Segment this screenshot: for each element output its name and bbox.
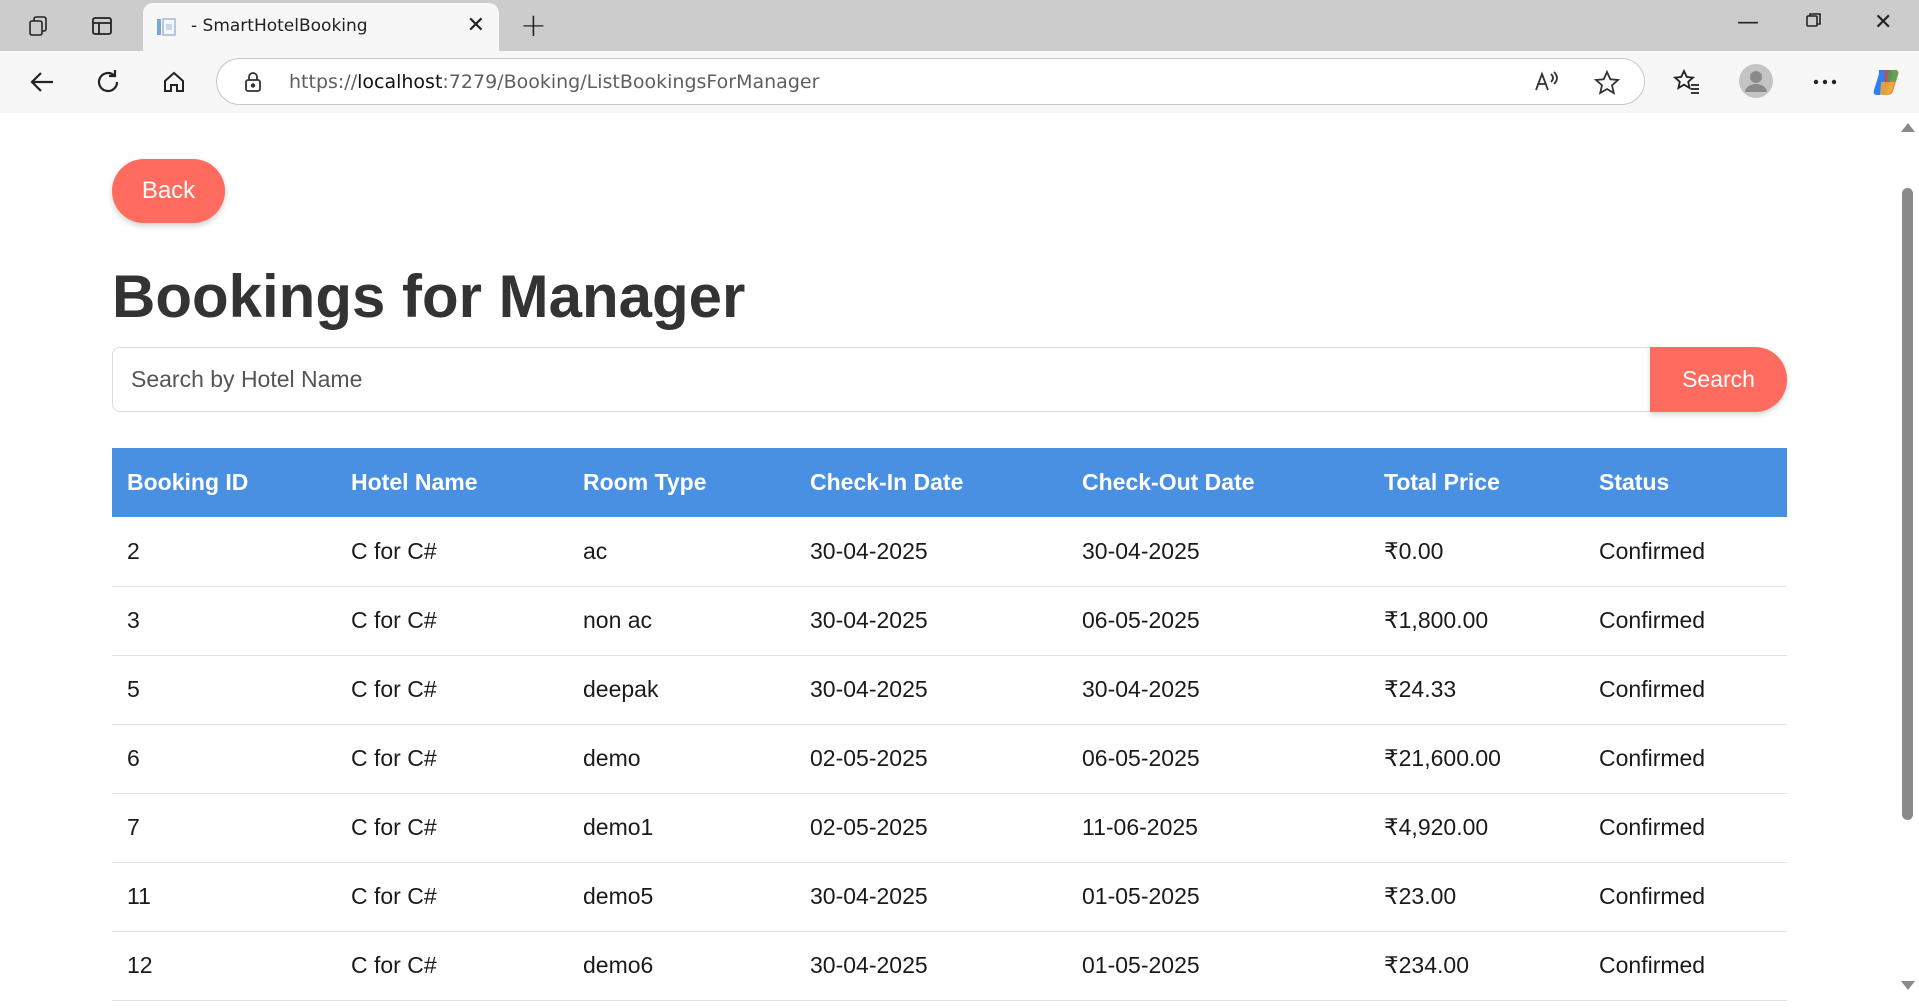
table-row: 2 C for C# ac 30-04-2025 30-04-2025 ₹0.0… bbox=[112, 517, 1787, 587]
cell-total-price: ₹234.00 bbox=[1369, 931, 1584, 1001]
browser-tab-bar: - SmartHotelBooking ✕ + — ✕ bbox=[0, 0, 1919, 51]
cell-booking-id: 11 bbox=[112, 862, 336, 932]
tab-title: - SmartHotelBooking bbox=[191, 16, 368, 36]
refresh-icon[interactable] bbox=[91, 65, 125, 99]
close-window-icon[interactable]: ✕ bbox=[1874, 10, 1892, 35]
cell-check-in-date: 30-04-2025 bbox=[795, 862, 1067, 932]
cell-booking-id: 5 bbox=[112, 655, 336, 725]
table-row: 6 C for C# demo 02-05-2025 06-05-2025 ₹2… bbox=[112, 724, 1787, 794]
table-row: 3 C for C# non ac 30-04-2025 06-05-2025 … bbox=[112, 586, 1787, 656]
address-bar[interactable]: https://localhost:7279/Booking/ListBooki… bbox=[216, 58, 1645, 105]
table-row: 5 C for C# deepak 30-04-2025 30-04-2025 … bbox=[112, 655, 1787, 725]
browser-toolbar: https://localhost:7279/Booking/ListBooki… bbox=[0, 51, 1919, 113]
home-icon[interactable] bbox=[157, 65, 191, 99]
cell-room-type: demo6 bbox=[568, 931, 795, 1001]
search-form: Search bbox=[112, 347, 1787, 412]
header-check-in-date: Check-In Date bbox=[795, 448, 1067, 517]
favorites-icon[interactable] bbox=[1670, 65, 1704, 99]
cell-check-in-date: 02-05-2025 bbox=[795, 793, 1067, 863]
cell-total-price: ₹24.33 bbox=[1369, 655, 1584, 725]
cell-check-out-date: 01-05-2025 bbox=[1067, 931, 1369, 1001]
cell-total-price: ₹4,920.00 bbox=[1369, 793, 1584, 863]
header-room-type: Room Type bbox=[568, 448, 795, 517]
page-title: Bookings for Manager bbox=[112, 263, 746, 330]
url-text[interactable]: https://localhost:7279/Booking/ListBooki… bbox=[289, 71, 819, 93]
header-booking-id: Booking ID bbox=[112, 448, 336, 517]
cell-status: Confirmed bbox=[1584, 655, 1787, 725]
table-row: 12 C for C# demo6 30-04-2025 01-05-2025 … bbox=[112, 931, 1787, 1001]
search-button[interactable]: Search bbox=[1650, 347, 1787, 412]
new-tab-icon[interactable]: + bbox=[520, 8, 547, 42]
cell-total-price: ₹1,800.00 bbox=[1369, 586, 1584, 656]
cell-booking-id: 6 bbox=[112, 724, 336, 794]
minimize-icon[interactable]: — bbox=[1737, 10, 1759, 35]
table-row: 11 C for C# demo5 30-04-2025 01-05-2025 … bbox=[112, 862, 1787, 932]
cell-status: Confirmed bbox=[1584, 517, 1787, 587]
cell-room-type: demo5 bbox=[568, 862, 795, 932]
cell-booking-id: 12 bbox=[112, 931, 336, 1001]
header-total-price: Total Price bbox=[1369, 448, 1584, 517]
cell-check-in-date: 30-04-2025 bbox=[795, 655, 1067, 725]
cell-booking-id: 3 bbox=[112, 586, 336, 656]
cell-status: Confirmed bbox=[1584, 793, 1787, 863]
cell-check-out-date: 06-05-2025 bbox=[1067, 586, 1369, 656]
cell-check-out-date: 30-04-2025 bbox=[1067, 655, 1369, 725]
lock-icon[interactable] bbox=[243, 71, 263, 98]
cell-status: Confirmed bbox=[1584, 862, 1787, 932]
header-check-out-date: Check-Out Date bbox=[1067, 448, 1369, 517]
more-icon[interactable] bbox=[1808, 65, 1842, 99]
workspaces-icon[interactable] bbox=[26, 13, 52, 39]
bookings-table: Booking ID Hotel Name Room Type Check-In… bbox=[112, 448, 1787, 1001]
cell-status: Confirmed bbox=[1584, 586, 1787, 656]
cell-room-type: demo bbox=[568, 724, 795, 794]
cell-check-out-date: 01-05-2025 bbox=[1067, 862, 1369, 932]
table-row: 7 C for C# demo1 02-05-2025 11-06-2025 ₹… bbox=[112, 793, 1787, 863]
page-favicon bbox=[155, 16, 177, 38]
scrollbar-thumb[interactable] bbox=[1902, 188, 1913, 820]
scroll-up-arrow-icon[interactable] bbox=[1901, 123, 1915, 132]
close-tab-icon[interactable]: ✕ bbox=[467, 13, 485, 38]
read-aloud-icon[interactable] bbox=[1534, 70, 1560, 99]
favorite-star-icon[interactable] bbox=[1593, 69, 1621, 101]
cell-check-in-date: 30-04-2025 bbox=[795, 517, 1067, 587]
cell-booking-id: 7 bbox=[112, 793, 336, 863]
copilot-icon[interactable] bbox=[1870, 65, 1904, 99]
back-arrow-icon[interactable] bbox=[25, 65, 59, 99]
cell-hotel-name: C for C# bbox=[336, 724, 568, 794]
table-header-row: Booking ID Hotel Name Room Type Check-In… bbox=[112, 448, 1787, 517]
active-tab[interactable]: - SmartHotelBooking ✕ bbox=[143, 3, 499, 51]
cell-room-type: deepak bbox=[568, 655, 795, 725]
cell-hotel-name: C for C# bbox=[336, 586, 568, 656]
cell-hotel-name: C for C# bbox=[336, 793, 568, 863]
restore-icon[interactable] bbox=[1805, 10, 1823, 35]
header-status: Status bbox=[1584, 448, 1787, 517]
cell-booking-id: 2 bbox=[112, 517, 336, 587]
cell-hotel-name: C for C# bbox=[336, 517, 568, 587]
cell-check-out-date: 11-06-2025 bbox=[1067, 793, 1369, 863]
back-button[interactable]: Back bbox=[112, 159, 225, 223]
cell-check-out-date: 30-04-2025 bbox=[1067, 517, 1369, 587]
cell-hotel-name: C for C# bbox=[336, 655, 568, 725]
header-hotel-name: Hotel Name bbox=[336, 448, 568, 517]
vertical-scrollbar[interactable] bbox=[1895, 113, 1919, 1008]
cell-check-in-date: 30-04-2025 bbox=[795, 931, 1067, 1001]
cell-status: Confirmed bbox=[1584, 724, 1787, 794]
search-input[interactable] bbox=[112, 347, 1652, 412]
tab-actions-icon[interactable] bbox=[89, 13, 115, 39]
cell-room-type: demo1 bbox=[568, 793, 795, 863]
scroll-down-arrow-icon[interactable] bbox=[1901, 981, 1915, 990]
cell-hotel-name: C for C# bbox=[336, 931, 568, 1001]
cell-room-type: ac bbox=[568, 517, 795, 587]
cell-check-in-date: 30-04-2025 bbox=[795, 586, 1067, 656]
cell-total-price: ₹23.00 bbox=[1369, 862, 1584, 932]
cell-room-type: non ac bbox=[568, 586, 795, 656]
cell-hotel-name: C for C# bbox=[336, 862, 568, 932]
profile-avatar[interactable] bbox=[1738, 63, 1774, 99]
cell-total-price: ₹21,600.00 bbox=[1369, 724, 1584, 794]
cell-total-price: ₹0.00 bbox=[1369, 517, 1584, 587]
cell-status: Confirmed bbox=[1584, 931, 1787, 1001]
cell-check-out-date: 06-05-2025 bbox=[1067, 724, 1369, 794]
cell-check-in-date: 02-05-2025 bbox=[795, 724, 1067, 794]
